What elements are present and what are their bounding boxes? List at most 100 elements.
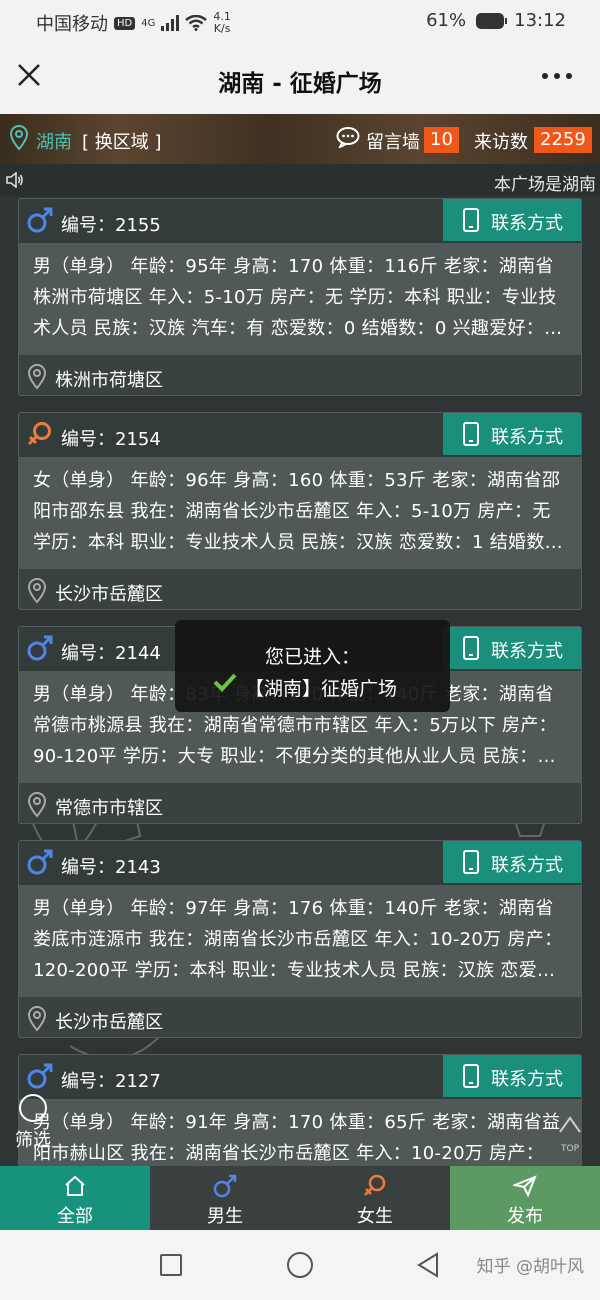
tab-all-label: 全部 [57, 1206, 93, 1227]
contact-button[interactable]: 联系方式 [443, 1055, 581, 1097]
region-bar: 湖南 [ 换区域 ] 留言墙 10 来访数 2259 [0, 114, 600, 164]
contact-label: 联系方式 [491, 1069, 563, 1090]
card-header: 编号：2143 联系方式 [19, 841, 581, 885]
phone-icon [463, 850, 479, 874]
contact-button[interactable]: 联系方式 [443, 841, 581, 883]
card-desc-text: 男（单身） 年龄：91年 身高：170 体重：65斤 老家：湖南省益阳市赫山区 … [33, 1112, 561, 1164]
contact-button[interactable]: 联系方式 [443, 627, 581, 669]
back-triangle-icon[interactable] [415, 1252, 441, 1278]
contact-label: 联系方式 [491, 213, 563, 234]
female-icon [27, 422, 51, 446]
location-pin-icon [10, 125, 28, 151]
recent-apps-icon[interactable] [160, 1254, 182, 1276]
wifi-icon [185, 15, 208, 31]
message-wall-link[interactable]: 留言墙 [366, 128, 420, 154]
battery-icon [476, 12, 508, 29]
card-header: 编号：2127 联系方式 [19, 1055, 581, 1099]
contact-label: 联系方式 [491, 427, 563, 448]
watermark: 知乎 @胡叶风 [476, 1257, 584, 1277]
filter-icon [19, 1094, 47, 1122]
card-id: 编号：2154 [61, 429, 161, 450]
top-label: TOP [560, 1144, 579, 1154]
visitors-label: 来访数 [474, 132, 528, 153]
message-bubble-icon[interactable] [336, 126, 360, 148]
card-description: 女（单身） 年龄：96年 身高：160 体重：53斤 老家：湖南省邵阳市邵东县 … [19, 457, 581, 569]
clock: 13:12 [514, 10, 566, 31]
male-icon [213, 1174, 237, 1198]
card-id: 编号：2127 [61, 1071, 161, 1092]
tab-post[interactable]: 发布 [450, 1166, 600, 1230]
female-icon [364, 1174, 386, 1196]
card-id: 编号：2143 [61, 857, 161, 878]
location-icon [27, 792, 47, 818]
current-region: 湖南 [36, 132, 72, 153]
toast-title: 您已进入： [264, 646, 360, 668]
card-footer: 常德市市辖区 [19, 783, 581, 823]
card-desc-text: 男（单身） 年龄：97年 身高：176 体重：140斤 老家：湖南省娄底市涟源市… [33, 898, 563, 981]
contact-button[interactable]: 联系方式 [443, 199, 581, 241]
card-footer: 长沙市岳麓区 [19, 997, 581, 1037]
phone-icon [463, 1064, 479, 1088]
tab-male-label: 男生 [207, 1206, 243, 1227]
message-wall-count: 10 [424, 127, 459, 153]
card-id: 编号：2144 [61, 643, 161, 664]
contact-label: 联系方式 [491, 641, 563, 662]
card-footer: 株洲市荷塘区 [19, 355, 581, 395]
signal-label: 4G [141, 17, 156, 29]
bottom-tab-bar: 全部 男生 女生 发布 [0, 1166, 600, 1230]
card-header: 编号：2155 联系方式 [19, 199, 581, 243]
profile-card[interactable]: 编号：2127 联系方式 男（单身） 年龄：91年 身高：170 体重：65斤 … [18, 1054, 582, 1166]
signal-icon [161, 15, 180, 31]
location-icon [27, 1006, 47, 1032]
nav-bar: 湖南 - 征婚广场 [0, 44, 600, 114]
network-speed: 4.1 K/s [213, 11, 231, 35]
home-button-icon[interactable] [287, 1252, 313, 1278]
tab-post-label: 发布 [507, 1206, 543, 1227]
entered-toast: 您已进入： 【湖南】征婚广场 [175, 620, 450, 712]
tab-female[interactable]: 女生 [300, 1166, 450, 1230]
status-right: 61% 13:12 [426, 10, 566, 31]
home-icon [65, 1175, 85, 1196]
location-icon [27, 364, 47, 390]
male-icon [27, 1063, 53, 1089]
notice-marquee: 本广场是湖南 [0, 164, 600, 196]
chevron-up-icon [559, 1116, 581, 1133]
profile-card[interactable]: 编号：2154 联系方式 女（单身） 年龄：96年 身高：160 体重：53斤 … [18, 412, 582, 610]
card-desc-text: 男（单身） 年龄：95年 身高：170 体重：116斤 老家：湖南省株洲市荷塘区… [33, 256, 563, 339]
system-nav-bar: 知乎 @胡叶风 [0, 1230, 600, 1300]
profile-card[interactable]: 编号：2155 联系方式 男（单身） 年龄：95年 身高：170 体重：116斤… [18, 198, 582, 396]
male-icon [27, 207, 53, 233]
card-footer: 长沙市岳麓区 [19, 569, 581, 609]
tab-female-label: 女生 [357, 1206, 393, 1227]
toast-text: 【湖南】征婚广场 [245, 678, 398, 700]
back-to-top-button[interactable]: TOP [556, 1112, 584, 1154]
contact-button[interactable]: 联系方式 [443, 413, 581, 455]
tab-male[interactable]: 男生 [150, 1166, 300, 1230]
status-bar: 中国移动 HD 4G 4.1 K/s 61% 13:12 [0, 0, 600, 44]
card-description: 男（单身） 年龄：91年 身高：170 体重：65斤 老家：湖南省益阳市赫山区 … [19, 1099, 581, 1166]
contact-label: 联系方式 [491, 855, 563, 876]
phone-icon [463, 636, 479, 660]
card-description: 男（单身） 年龄：97年 身高：176 体重：140斤 老家：湖南省娄底市涟源市… [19, 885, 581, 997]
card-location: 常德市市辖区 [55, 798, 163, 819]
marquee-text: 本广场是湖南 [494, 175, 596, 195]
speed-unit: K/s [213, 22, 231, 35]
card-description: 男（单身） 年龄：95年 身高：170 体重：116斤 老家：湖南省株洲市荷塘区… [19, 243, 581, 355]
male-icon [27, 635, 53, 661]
phone-icon [463, 422, 479, 446]
tab-all[interactable]: 全部 [0, 1166, 150, 1230]
speaker-icon [6, 172, 23, 188]
profile-card[interactable]: 编号：2143 联系方式 男（单身） 年龄：97年 身高：176 体重：140斤… [18, 840, 582, 1038]
card-id: 编号：2155 [61, 215, 161, 236]
send-icon [513, 1175, 537, 1198]
check-icon [213, 673, 237, 692]
more-icon[interactable] [540, 58, 574, 88]
card-desc-text: 女（单身） 年龄：96年 身高：160 体重：53斤 老家：湖南省邵阳市邵东县 … [33, 470, 563, 553]
card-header: 编号：2154 联系方式 [19, 413, 581, 457]
filter-button[interactable]: 筛选 [8, 1094, 58, 1158]
card-location: 株洲市荷塘区 [55, 370, 163, 391]
filter-label: 筛选 [15, 1130, 51, 1151]
switch-region-link[interactable]: [ 换区域 ] [82, 128, 162, 154]
location-icon [27, 578, 47, 604]
hd-badge: HD [114, 16, 136, 30]
